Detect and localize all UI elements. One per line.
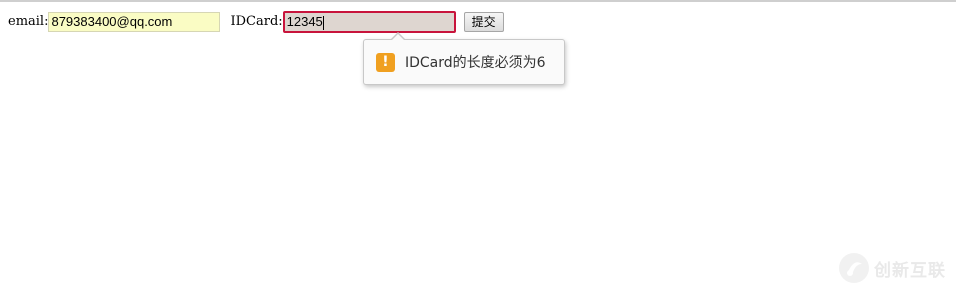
idcard-label: IDCard: — [230, 14, 283, 29]
watermark: 创新互联 — [838, 252, 946, 284]
text-caret — [322, 15, 324, 30]
validation-tooltip: ! IDCard的长度必须为6 — [363, 32, 565, 85]
email-label: email: — [8, 14, 49, 29]
signup-form: email: 879383400@qq.com IDCard: 12345 提交 — [8, 11, 504, 33]
email-field[interactable]: 879383400@qq.com — [48, 12, 221, 32]
validation-message: IDCard的长度必须为6 — [405, 55, 546, 71]
idcard-field-value: 12345 — [286, 14, 323, 29]
watermark-logo-icon — [839, 253, 869, 283]
watermark-text: 创新互联 — [874, 260, 946, 281]
warning-icon: ! — [376, 52, 395, 72]
email-field-value: 879383400@qq.com — [51, 14, 173, 29]
submit-button[interactable]: 提交 — [463, 12, 504, 32]
tooltip-arrow-inner — [391, 34, 405, 41]
idcard-field[interactable]: 12345 — [282, 11, 456, 33]
